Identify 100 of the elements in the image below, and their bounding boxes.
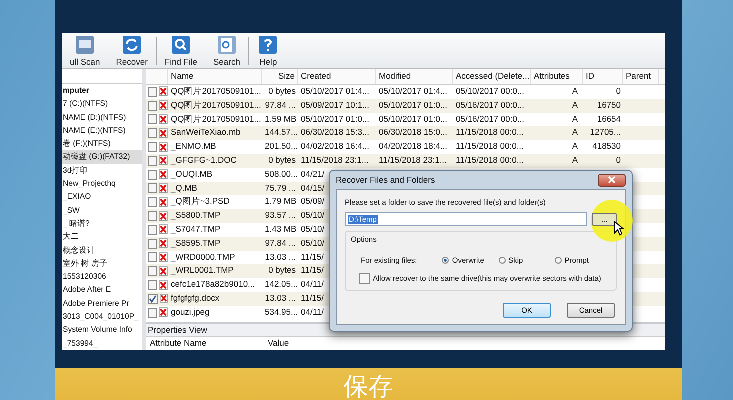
table-cell-text: 0 bytes bbox=[268, 264, 297, 278]
column-header[interactable]: Size bbox=[262, 69, 298, 84]
table-cell-text: 142.05... bbox=[264, 278, 298, 292]
deleted-file-icon bbox=[159, 128, 168, 139]
column-header[interactable]: Accessed (Delete... bbox=[453, 69, 531, 84]
table-cell-text: 97.84 ... bbox=[264, 98, 297, 112]
toolbar-button[interactable]: ull Scan bbox=[62, 34, 108, 67]
table-cell-text: gouzi.jpeg bbox=[170, 306, 211, 319]
search-icon bbox=[170, 34, 192, 56]
table-cell-text: 05/10/ bbox=[300, 222, 325, 236]
table-cell-text: 05/16/2017 00:0... bbox=[455, 112, 526, 126]
table-cell-text: QQ图片20170509101... bbox=[170, 98, 262, 112]
toolbar-button[interactable]: Recover bbox=[108, 34, 156, 67]
column-header[interactable]: ID bbox=[583, 69, 623, 84]
checkbox[interactable] bbox=[148, 100, 158, 111]
table-cell-text: 13.03 ... bbox=[264, 292, 297, 305]
table-cell-text: 04/15/ bbox=[300, 182, 325, 195]
table-cell-text: QQ图片20170509101... bbox=[170, 85, 262, 98]
column-header[interactable]: Name bbox=[168, 69, 262, 84]
table-cell-text: 05/10/2017 01:0... bbox=[378, 98, 449, 112]
checkbox[interactable] bbox=[148, 142, 158, 152]
refresh-icon bbox=[121, 34, 144, 56]
table-cell-text: 04/11/ bbox=[300, 278, 324, 292]
close-icon bbox=[608, 176, 616, 184]
table-cell-text: fgfgfgfg.docx bbox=[170, 292, 221, 305]
dialog-title: Recover Files and Folders bbox=[336, 175, 436, 185]
deleted-file-icon bbox=[160, 293, 168, 304]
table-cell-text: 11/15/2018 00:0... bbox=[455, 126, 525, 140]
checkbox[interactable] bbox=[148, 128, 158, 138]
table-cell-text: _ENMO.MB bbox=[170, 140, 218, 154]
table-cell-text: 04/02/2018 16:4... bbox=[300, 140, 370, 154]
column-header[interactable]: Modified bbox=[376, 69, 453, 84]
table-cell-text: A bbox=[571, 112, 579, 126]
checkbox[interactable] bbox=[148, 114, 158, 124]
checkbox[interactable] bbox=[148, 156, 158, 166]
table-cell-text: 12705... bbox=[589, 126, 622, 140]
checkbox[interactable] bbox=[148, 197, 158, 208]
checkbox[interactable] bbox=[148, 86, 158, 97]
column-header[interactable]: Attribute Name bbox=[146, 337, 268, 350]
table-cell-text: 06/30/2018 15:0... bbox=[378, 126, 449, 140]
table-cell-text: A bbox=[571, 140, 579, 154]
deleted-file-icon bbox=[159, 142, 168, 153]
deleted-file-icon bbox=[159, 252, 168, 263]
column-header[interactable]: Attributes bbox=[531, 69, 583, 84]
table-cell-text: 0 bbox=[615, 154, 622, 167]
drive-icon bbox=[74, 34, 96, 56]
table-cell-text: _WRL0001.TMP bbox=[170, 264, 235, 278]
table-cell-text: cefc1e178a82b9010... bbox=[170, 278, 256, 292]
checkbox[interactable] bbox=[148, 183, 158, 194]
table-cell-text: 05/10/2017 00:0... bbox=[455, 85, 526, 98]
table-cell-text: 1.59 MB bbox=[264, 112, 298, 126]
table-cell-text: 13.03 ... bbox=[264, 250, 297, 264]
toolbar-button[interactable]: Find File bbox=[156, 34, 206, 67]
table-cell-text: _Q图片~3.PSD bbox=[170, 195, 231, 208]
table-cell-text: _GFGFG~1.DOC bbox=[170, 154, 238, 167]
table-cell-text: 11/15/ bbox=[300, 264, 324, 278]
table-cell-text: SanWeiTeXiao.mb bbox=[170, 126, 242, 140]
table-cell-text: 0 bbox=[615, 85, 622, 98]
table-cell-text: 1.79 MB bbox=[264, 195, 298, 208]
checkbox[interactable] bbox=[148, 211, 158, 222]
toolbar-button[interactable]: Search bbox=[206, 34, 248, 67]
table-cell-text: 05/09/2017 10:1... bbox=[300, 98, 370, 112]
checkbox[interactable] bbox=[148, 294, 158, 304]
table-cell-text: 11/15/2018 23:1... bbox=[378, 154, 448, 167]
table-cell-text: 508.00... bbox=[264, 168, 298, 181]
column-header[interactable]: Value bbox=[268, 337, 290, 350]
table-cell-text: A bbox=[571, 85, 579, 98]
table-cell-text: 05/10/2017 01:0... bbox=[300, 112, 370, 126]
column-header[interactable]: Parent bbox=[623, 69, 659, 84]
checkbox[interactable] bbox=[148, 170, 158, 180]
table-cell-text: 05/10/2017 01:4... bbox=[378, 85, 449, 98]
checkbox[interactable] bbox=[148, 224, 158, 235]
checkbox[interactable] bbox=[148, 252, 158, 262]
checkbox[interactable] bbox=[148, 266, 158, 276]
deleted-file-icon bbox=[159, 224, 168, 236]
checkbox[interactable] bbox=[148, 238, 158, 249]
table-cell-text: A bbox=[571, 98, 579, 112]
close-button[interactable] bbox=[598, 174, 626, 186]
checkmark-icon bbox=[149, 294, 157, 303]
checkbox[interactable] bbox=[148, 280, 158, 290]
deleted-file-icon bbox=[159, 155, 168, 166]
deleted-file-icon bbox=[159, 307, 168, 318]
table-cell-text: 97.84 ... bbox=[264, 236, 297, 250]
deleted-file-icon bbox=[159, 280, 168, 291]
column-header[interactable]: Created bbox=[298, 69, 376, 84]
table-cell-text: 0 bytes bbox=[268, 85, 297, 98]
table-cell-text: 11/15/2018 23:1... bbox=[300, 154, 369, 167]
table-cell-text: QQ图片20170509101... bbox=[170, 112, 262, 126]
table-cell-text: 418530 bbox=[592, 140, 622, 154]
table-cell-text: _OUQI.MB bbox=[170, 168, 214, 181]
checkbox[interactable] bbox=[148, 308, 158, 318]
toolbar-button[interactable]: Help bbox=[249, 34, 288, 67]
table-cell-text: A bbox=[571, 154, 579, 167]
document-search-icon bbox=[216, 34, 238, 56]
table-cell-text: _S7047.TMP bbox=[170, 222, 222, 236]
table-cell-text: 1.43 MB bbox=[264, 222, 298, 236]
table-cell-text: 05/16/2017 00:0... bbox=[455, 98, 526, 112]
deleted-file-icon bbox=[159, 266, 168, 277]
table-cell-text: 04/11/ bbox=[300, 306, 324, 319]
table-cell-text: 06/30/2018 15:3... bbox=[300, 126, 370, 140]
